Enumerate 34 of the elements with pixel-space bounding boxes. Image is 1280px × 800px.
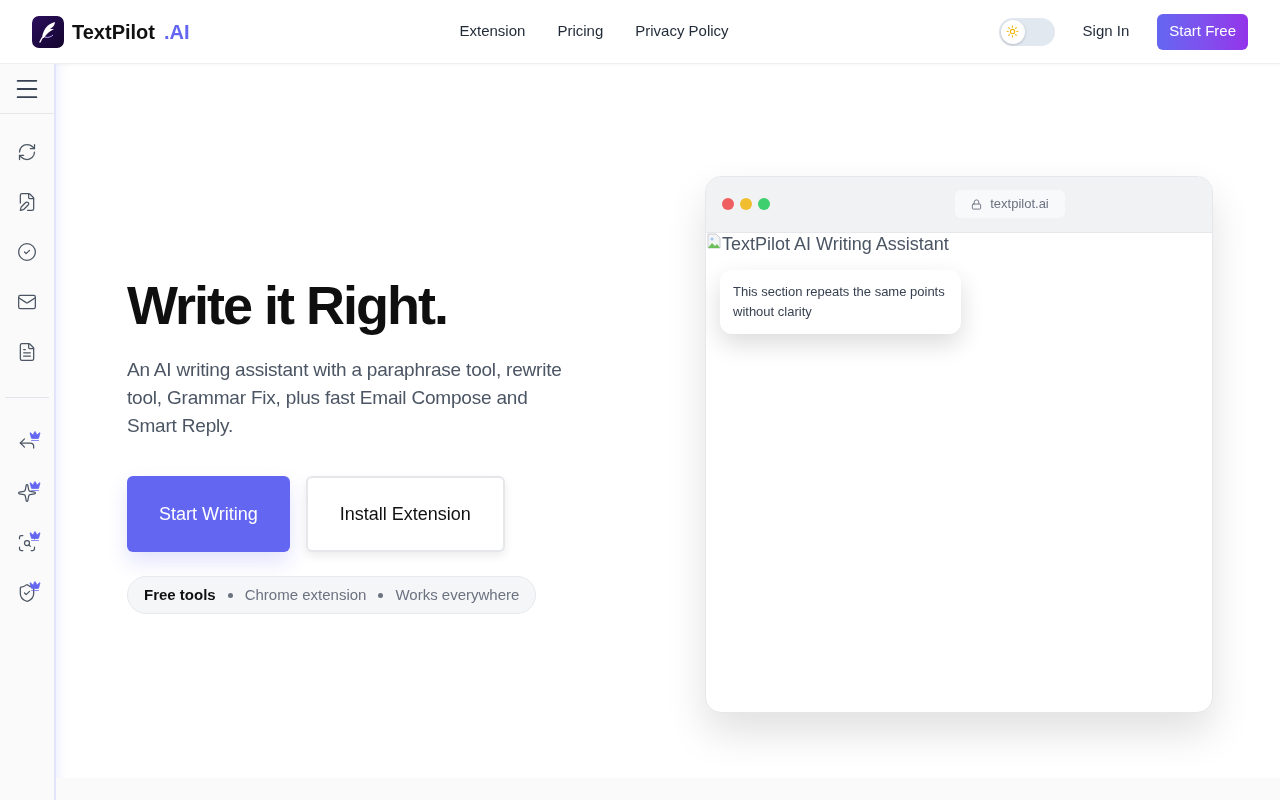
mail-icon: [17, 292, 37, 312]
crown-icon: [29, 530, 41, 542]
logo-text: TextPilot: [72, 19, 155, 45]
nav-link[interactable]: Extension: [459, 20, 526, 43]
feature-label: Free tools: [144, 584, 216, 605]
feature-label: Works everywhere: [395, 584, 520, 605]
bullet-icon: [227, 592, 233, 598]
theme-toggle[interactable]: [998, 17, 1055, 46]
feature-label: Chrome extension: [244, 584, 367, 605]
feather-logo-icon: [32, 15, 64, 48]
sparkle-icon: [17, 483, 37, 503]
refresh-icon: [17, 142, 37, 162]
check-circle-icon: [17, 242, 37, 262]
start-writing-button[interactable]: Start Writing: [127, 476, 290, 552]
logo-suffix: .AI: [163, 19, 190, 45]
shield-check-icon: [17, 583, 37, 603]
crown-icon: [29, 480, 41, 492]
bullet-icon: [378, 592, 384, 598]
install-extension-button[interactable]: Install Extension: [305, 476, 505, 552]
file-pen-icon: [17, 192, 37, 212]
sun-icon: [1006, 25, 1020, 38]
comment-text: This section repeats the same points without clarity: [733, 282, 946, 321]
nav-link[interactable]: Pricing: [557, 20, 604, 43]
hero-description: An AI writing assistant with a paraphrase tool, rewrite tool, Grammar Fix, plus fast Email Compose and Smart Reply.: [127, 358, 563, 438]
crown-icon: [29, 580, 41, 592]
crown-icon: [29, 430, 41, 442]
sign-in-button[interactable]: Sign In: [1082, 20, 1130, 43]
hero-title: Write it Right.: [127, 274, 447, 336]
image-alt-text: TextPilot AI Writing Assistant: [722, 232, 949, 255]
document-icon: [17, 342, 37, 362]
lock-icon: [971, 198, 983, 210]
start-free-button[interactable]: Start Free: [1157, 13, 1248, 50]
nav-link[interactable]: Privacy Policy: [635, 20, 729, 43]
url-text: textpilot.ai: [990, 195, 1049, 214]
